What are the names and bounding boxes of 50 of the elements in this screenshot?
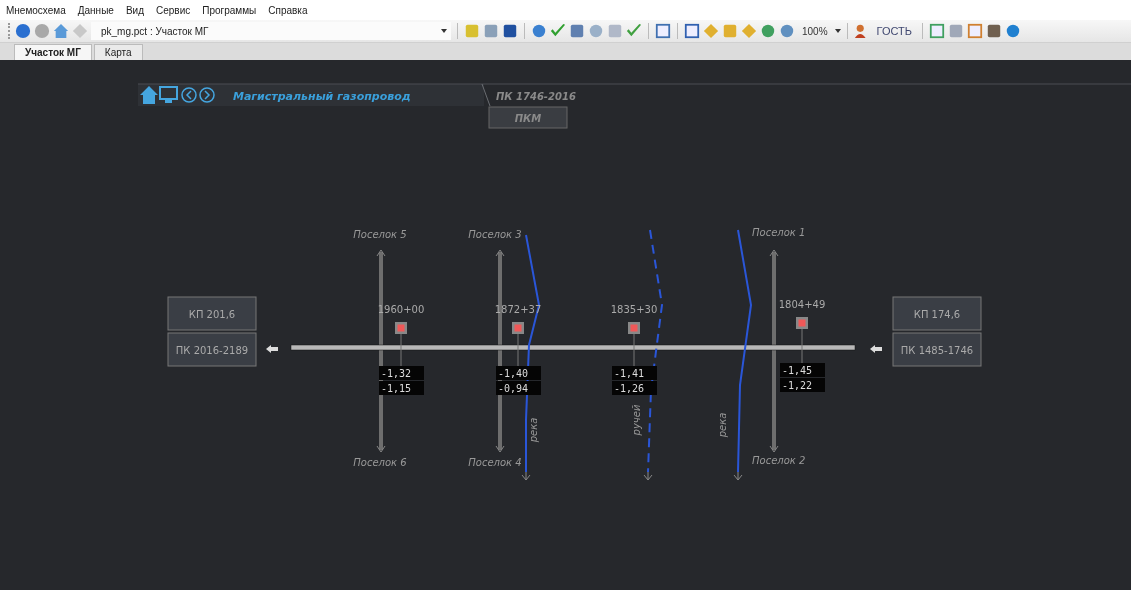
monitor-icon[interactable] — [159, 86, 178, 103]
leader-line — [400, 333, 402, 367]
reading-value: -1,40 — [496, 366, 541, 380]
section-button[interactable]: КП 174,6 — [892, 296, 982, 331]
reading-value: -0,94 — [496, 381, 541, 395]
file-select[interactable]: pk_mg.pct : Участок МГ — [91, 22, 451, 40]
left-arrow-icon — [266, 345, 278, 353]
tab[interactable]: Участок МГ — [14, 44, 92, 60]
left-arrow-icon — [870, 345, 882, 353]
leader-line — [801, 328, 803, 364]
menu-item[interactable]: Программы — [202, 4, 257, 16]
section-button[interactable]: КП 201,6 — [167, 296, 257, 331]
menu-item[interactable]: Данные — [77, 4, 114, 16]
menu-item[interactable]: Вид — [125, 4, 144, 16]
home-icon[interactable] — [140, 86, 158, 104]
frame-icon[interactable] — [655, 23, 671, 39]
reading-value: -1,41 — [612, 366, 657, 380]
settlement-label: Поселок 2 — [752, 455, 806, 466]
reading-value: -1,32 — [379, 366, 424, 380]
menu-item[interactable]: Справка — [268, 4, 308, 16]
reading-value: -1,45 — [780, 363, 825, 377]
reading-value: -1,26 — [612, 381, 657, 395]
tab[interactable]: Карта — [93, 44, 143, 60]
leader-line — [517, 333, 519, 367]
zoom-select[interactable]: 100% — [798, 25, 832, 37]
user-button[interactable]: ГОСТЬ — [872, 25, 916, 37]
caret-icon — [441, 29, 447, 33]
waterway-label: река — [717, 412, 728, 438]
home-icon[interactable] — [53, 23, 69, 39]
leader-line — [633, 333, 635, 367]
breadcrumb-separator — [481, 83, 491, 107]
section-button[interactable]: ПК 1485-1746 — [892, 332, 982, 367]
settlement-label: Поселок 4 — [468, 457, 522, 468]
menu-item[interactable]: Сервис — [156, 4, 191, 16]
section-title: ПК 1746-2016 — [496, 91, 576, 102]
caret-icon[interactable] — [834, 29, 841, 33]
picket-label: 1835+30 — [610, 304, 658, 315]
picket-label: 1804+49 — [778, 299, 826, 310]
settlement-label: Поселок 3 — [468, 229, 522, 240]
settlement-label: Поселок 1 — [752, 227, 806, 238]
menu-item[interactable]: Мнемосхема — [6, 4, 66, 16]
settlement-label: Поселок 5 — [353, 229, 407, 240]
check-icon[interactable] — [550, 23, 566, 39]
section-button[interactable]: ПК 2016-2189 — [167, 332, 257, 367]
waterway-label: ручей — [631, 404, 642, 436]
waterway-label: река — [528, 417, 539, 443]
diamond-icon[interactable] — [72, 23, 88, 39]
reading-value: -1,22 — [780, 378, 825, 392]
reading-value: -1,15 — [379, 381, 424, 395]
settlement-label: Поселок 6 — [353, 457, 407, 468]
